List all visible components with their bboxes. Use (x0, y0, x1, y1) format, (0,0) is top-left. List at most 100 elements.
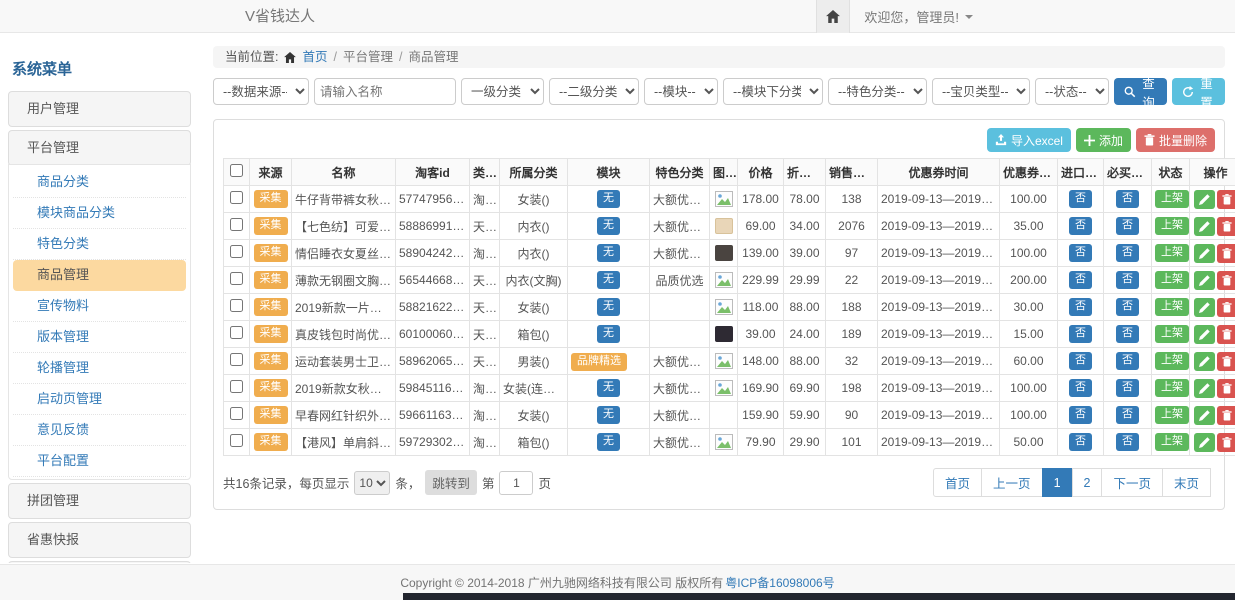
row-checkbox[interactable] (230, 218, 243, 231)
must-buy-badge[interactable]: 否 (1116, 433, 1139, 450)
user-menu[interactable]: 欢迎您，管理员! (850, 0, 987, 33)
status-badge[interactable]: 上架 (1155, 433, 1189, 450)
sidebar-subitem[interactable]: 版本管理 (13, 322, 186, 353)
sidebar-subitem[interactable]: 商品分类 (13, 167, 186, 198)
must-buy-badge[interactable]: 否 (1116, 244, 1139, 261)
imported-badge[interactable]: 否 (1069, 298, 1092, 315)
sidebar-item[interactable]: 拼团管理 (8, 483, 191, 519)
import-excel-button[interactable]: 导入excel (987, 128, 1071, 152)
per-page-select[interactable]: 10 (354, 471, 390, 495)
status-badge[interactable]: 上架 (1155, 406, 1189, 423)
row-checkbox[interactable] (230, 191, 243, 204)
edit-button[interactable] (1194, 244, 1215, 263)
delete-button[interactable] (1217, 298, 1235, 317)
edit-button[interactable] (1194, 352, 1215, 371)
delete-button[interactable] (1217, 271, 1235, 290)
status-badge[interactable]: 上架 (1155, 298, 1189, 315)
sidebar-subitem[interactable]: 模块商品分类 (13, 198, 186, 229)
delete-button[interactable] (1217, 217, 1235, 236)
must-buy-badge[interactable]: 否 (1116, 190, 1139, 207)
status-badge[interactable]: 上架 (1155, 217, 1189, 234)
delete-button[interactable] (1217, 244, 1235, 263)
must-buy-badge[interactable]: 否 (1116, 217, 1139, 234)
feature-category-select[interactable]: --特色分类-- (828, 78, 927, 105)
row-checkbox[interactable] (230, 353, 243, 366)
delete-button[interactable] (1217, 352, 1235, 371)
imported-badge[interactable]: 否 (1069, 352, 1092, 369)
home-button[interactable] (816, 0, 850, 33)
row-checkbox[interactable] (230, 245, 243, 258)
sidebar-subitem[interactable]: 意见反馈 (13, 415, 186, 446)
sidebar-subitem[interactable]: 宣传物料 (13, 291, 186, 322)
edit-button[interactable] (1194, 433, 1215, 452)
batch-delete-button[interactable]: 批量删除 (1136, 128, 1215, 152)
imported-badge[interactable]: 否 (1069, 406, 1092, 423)
status-select[interactable]: --状态-- (1035, 78, 1109, 105)
page-button[interactable]: 末页 (1162, 468, 1211, 497)
imported-badge[interactable]: 否 (1069, 433, 1092, 450)
reset-button[interactable]: 重置 (1172, 78, 1225, 105)
delete-button[interactable] (1217, 433, 1235, 452)
imported-badge[interactable]: 否 (1069, 325, 1092, 342)
edit-button[interactable] (1194, 271, 1215, 290)
page-button[interactable]: 下一页 (1101, 468, 1163, 497)
delete-button[interactable] (1217, 325, 1235, 344)
delete-button[interactable] (1217, 406, 1235, 425)
row-checkbox[interactable] (230, 326, 243, 339)
imported-badge[interactable]: 否 (1069, 271, 1092, 288)
edit-button[interactable] (1194, 217, 1215, 236)
status-badge[interactable]: 上架 (1155, 271, 1189, 288)
imported-badge[interactable]: 否 (1069, 190, 1092, 207)
sidebar-subitem[interactable]: 特色分类 (13, 229, 186, 260)
sidebar-item[interactable]: 消息管理 (8, 561, 191, 563)
status-badge[interactable]: 上架 (1155, 325, 1189, 342)
item-type-select[interactable]: --宝贝类型-- (932, 78, 1030, 105)
jump-button[interactable]: 跳转到 (425, 470, 477, 495)
sidebar-subitem[interactable]: 商品管理 (13, 260, 186, 291)
page-button[interactable]: 1 (1042, 468, 1073, 497)
edit-button[interactable] (1194, 298, 1215, 317)
add-button[interactable]: 添加 (1076, 128, 1131, 152)
page-number-input[interactable] (499, 471, 533, 495)
sidebar-item[interactable]: 平台管理 (8, 130, 191, 166)
page-button[interactable]: 上一页 (981, 468, 1043, 497)
category1-select[interactable]: 一级分类 (461, 78, 544, 105)
imported-badge[interactable]: 否 (1069, 244, 1092, 261)
delete-button[interactable] (1217, 379, 1235, 398)
must-buy-badge[interactable]: 否 (1116, 298, 1139, 315)
row-checkbox[interactable] (230, 272, 243, 285)
edit-button[interactable] (1194, 325, 1215, 344)
status-badge[interactable]: 上架 (1155, 379, 1189, 396)
status-badge[interactable]: 上架 (1155, 244, 1189, 261)
edit-button[interactable] (1194, 190, 1215, 209)
page-button[interactable]: 首页 (933, 468, 982, 497)
sidebar-subitem[interactable]: 轮播管理 (13, 353, 186, 384)
data-source-select[interactable]: --数据来源-- (213, 78, 309, 105)
must-buy-badge[interactable]: 否 (1116, 406, 1139, 423)
delete-button[interactable] (1217, 190, 1235, 209)
page-button[interactable]: 2 (1072, 468, 1103, 497)
must-buy-badge[interactable]: 否 (1116, 271, 1139, 288)
row-checkbox[interactable] (230, 380, 243, 393)
edit-button[interactable] (1194, 379, 1215, 398)
imported-badge[interactable]: 否 (1069, 217, 1092, 234)
search-button[interactable]: 查询 (1114, 78, 1167, 105)
breadcrumb-home-link[interactable]: 首页 (302, 46, 327, 68)
module-select[interactable]: --模块-- (644, 78, 718, 105)
edit-button[interactable] (1194, 406, 1215, 425)
module-sub-select[interactable]: --模块下分类-- (723, 78, 823, 105)
sidebar-item[interactable]: 用户管理 (8, 91, 191, 127)
row-checkbox[interactable] (230, 299, 243, 312)
row-checkbox[interactable] (230, 434, 243, 447)
must-buy-badge[interactable]: 否 (1116, 352, 1139, 369)
imported-badge[interactable]: 否 (1069, 379, 1092, 396)
must-buy-badge[interactable]: 否 (1116, 325, 1139, 342)
sidebar-subitem[interactable]: 启动页管理 (13, 384, 186, 415)
sidebar-item[interactable]: 省惠快报 (8, 522, 191, 558)
status-badge[interactable]: 上架 (1155, 352, 1189, 369)
sidebar-subitem[interactable]: 平台配置 (13, 446, 186, 477)
must-buy-badge[interactable]: 否 (1116, 379, 1139, 396)
category2-select[interactable]: --二级分类-- (549, 78, 639, 105)
status-badge[interactable]: 上架 (1155, 190, 1189, 207)
icp-link[interactable]: 粤ICP备16098006号 (725, 574, 834, 591)
